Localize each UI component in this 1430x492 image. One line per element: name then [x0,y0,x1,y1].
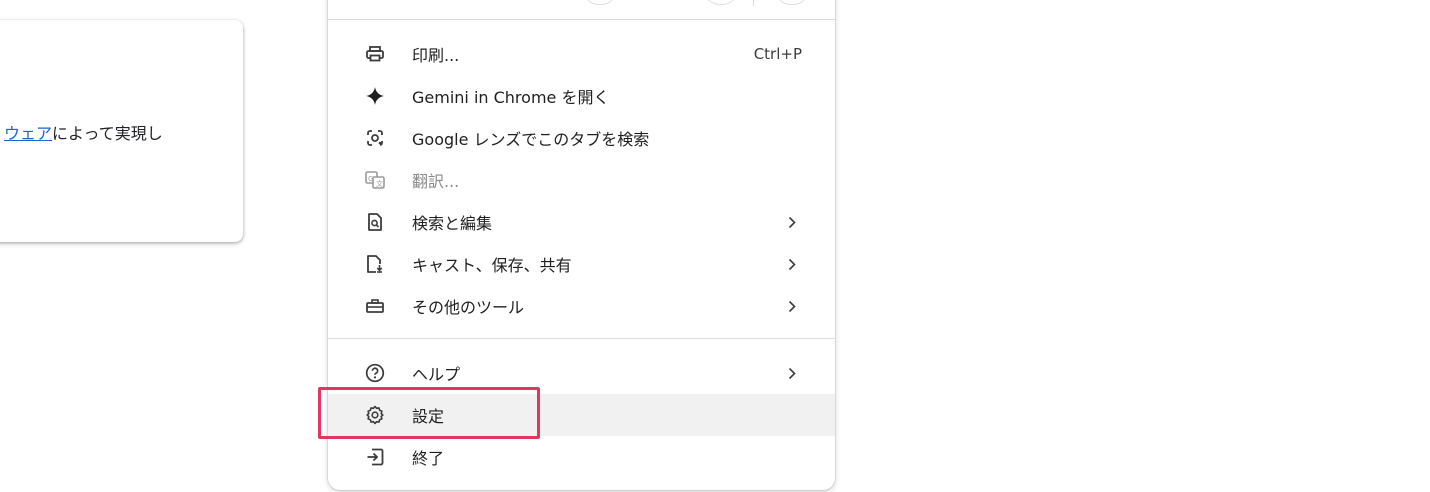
menu-item-label: 印刷... [412,46,460,65]
top-control-button-2[interactable] [703,0,739,5]
menu-item-label: Gemini in Chrome を開く [412,88,610,107]
menu-item-label: 翻訳... [412,172,460,191]
chevron-right-icon [787,215,797,229]
background-card-text-rest: によって実現し [52,124,163,143]
menu-item-label: ヘルプ [412,365,461,384]
gemini-sparkle-icon [365,86,385,106]
menu-item-print[interactable]: 印刷... Ctrl+P [328,33,835,75]
chevron-right-icon [787,366,797,380]
svg-text:G: G [368,175,373,183]
menu-top-controls [328,0,835,8]
printer-icon [365,44,385,64]
menu-item-gemini[interactable]: Gemini in Chrome を開く [328,75,835,117]
menu-item-label: Google レンズでこのタブを検索 [412,130,650,149]
menu-divider-top [328,19,835,20]
menu-item-shortcut: Ctrl+P [753,45,802,63]
menu-divider-middle [328,338,835,339]
screenshot-stage: ウェアによって実現し 印刷... Ctrl+P Gemini in Chrome… [0,0,1430,492]
google-lens-icon [365,128,385,148]
toolbox-icon [365,296,385,316]
menu-item-exit[interactable]: 終了 [328,436,835,478]
background-card-text: ウェアによって実現し [4,120,163,144]
menu-item-cast-save-share[interactable]: キャスト、保存、共有 [328,243,835,285]
help-icon [365,363,385,383]
menu-item-label: その他のツール [412,298,525,317]
top-control-button-1[interactable] [582,0,618,5]
background-content-card: ウェアによって実現し [0,20,243,242]
menu-item-help[interactable]: ヘルプ [328,352,835,394]
menu-item-label: 終了 [412,449,445,468]
cast-save-share-icon [365,254,385,274]
top-control-button-3[interactable] [774,0,810,5]
menu-item-more-tools[interactable]: その他のツール [328,285,835,327]
translate-icon: G 文 [365,170,385,190]
chrome-main-menu: 印刷... Ctrl+P Gemini in Chrome を開く Google… [328,0,835,490]
svg-text:文: 文 [376,179,383,188]
find-edit-icon [365,212,385,232]
settings-gear-icon [365,405,385,425]
menu-item-label: 検索と編集 [412,214,493,233]
menu-item-settings[interactable]: 設定 [328,394,835,436]
background-card-link[interactable]: ウェア [4,124,52,143]
menu-item-find-edit[interactable]: 検索と編集 [328,201,835,243]
menu-item-label: 設定 [412,407,445,426]
menu-item-translate: G 文 翻訳... [328,159,835,201]
chevron-right-icon [787,299,797,313]
chevron-right-icon [787,257,797,271]
menu-item-label: キャスト、保存、共有 [412,256,572,275]
exit-icon [365,447,385,467]
menu-item-google-lens[interactable]: Google レンズでこのタブを検索 [328,117,835,159]
top-control-separator [753,0,754,6]
